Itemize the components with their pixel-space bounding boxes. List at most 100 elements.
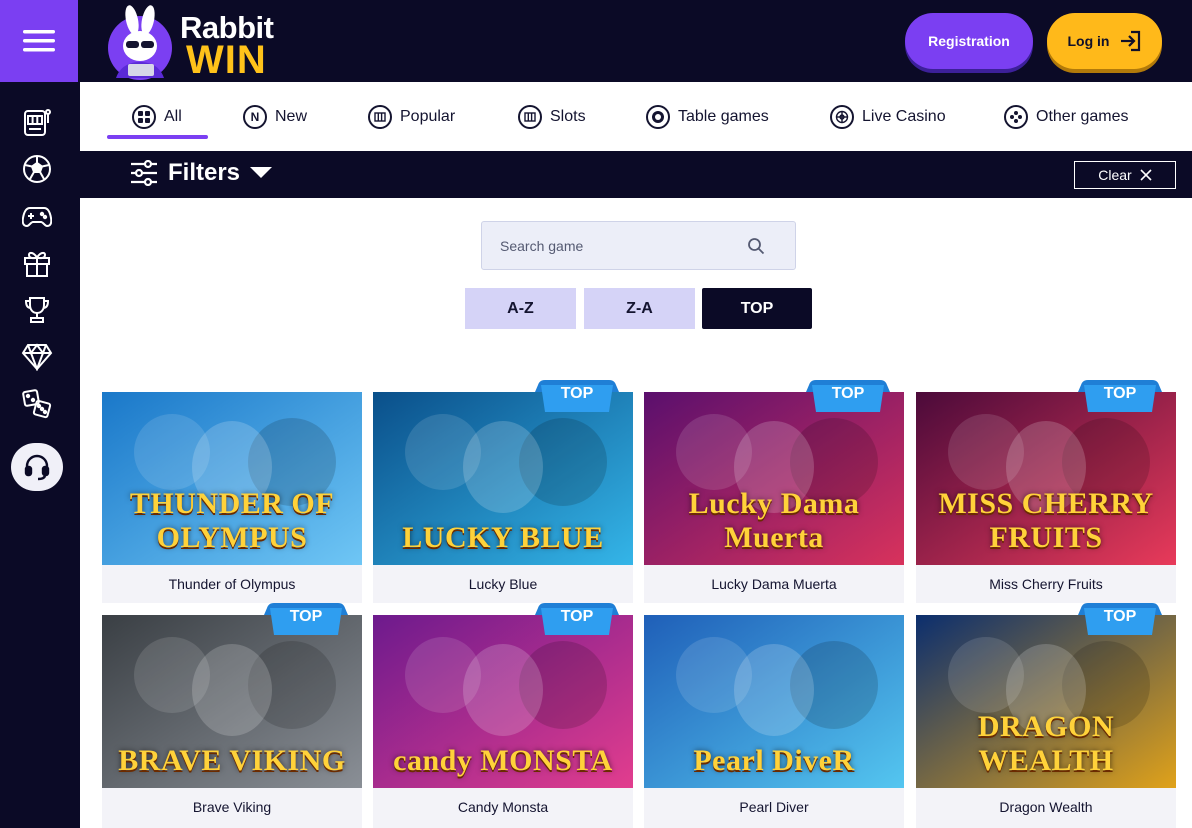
- game-title[interactable]: Miss Cherry Fruits: [916, 565, 1176, 603]
- game-art-title: BRAVE VIKING: [118, 744, 346, 777]
- search-box: [481, 221, 796, 270]
- top-badge: TOP: [806, 380, 890, 412]
- game-art-title: MISS CHERRY FRUITS: [938, 487, 1154, 554]
- slots-icon: [518, 104, 542, 129]
- game-card[interactable]: Lucky Dama Muerta Lucky Dama Muerta TOP: [644, 380, 904, 603]
- tab-all[interactable]: All: [132, 82, 182, 151]
- top-badge: TOP: [264, 603, 348, 635]
- sidebar: [0, 0, 78, 828]
- tab-slots[interactable]: Slots: [518, 82, 586, 151]
- game-title[interactable]: Dragon Wealth: [916, 788, 1176, 826]
- top-badge: TOP: [535, 603, 619, 635]
- game-thumbnail: LUCKY BLUE: [373, 392, 633, 565]
- clear-filters-button[interactable]: Clear: [1074, 161, 1176, 189]
- tab-table-games[interactable]: Table games: [646, 82, 769, 151]
- game-card[interactable]: LUCKY BLUE Lucky Blue TOP: [373, 380, 633, 603]
- game-thumbnail: THUNDER OF OLYMPUS: [102, 392, 362, 565]
- diamond-icon[interactable]: [19, 339, 55, 375]
- game-art-title: Lucky Dama Muerta: [688, 487, 860, 554]
- top-badge: TOP: [1078, 603, 1162, 635]
- tab-label: Live Casino: [862, 107, 946, 125]
- game-card[interactable]: MISS CHERRY FRUITS Miss Cherry Fruits TOP: [916, 380, 1176, 603]
- top-badge: TOP: [1078, 380, 1162, 412]
- search-icon[interactable]: [747, 237, 765, 255]
- grid-icon: [132, 104, 156, 129]
- clear-label: Clear: [1098, 167, 1132, 183]
- game-title[interactable]: Brave Viking: [102, 788, 362, 826]
- tab-live-casino[interactable]: Live Casino: [830, 82, 946, 151]
- game-title[interactable]: Pearl Diver: [644, 788, 904, 826]
- game-art-title: Pearl DiveR: [693, 744, 855, 777]
- tab-label: All: [164, 107, 182, 125]
- games-content: A-Z Z-A TOP THUNDER OF OLYMPUS Thunder of…: [80, 198, 1192, 828]
- live-casino-icon: [830, 104, 854, 129]
- caret-down-icon: [250, 167, 273, 178]
- top-badge: TOP: [535, 380, 619, 412]
- top-badge-label: TOP: [1103, 608, 1137, 625]
- game-card[interactable]: Pearl DiveR Pearl Diver: [644, 615, 904, 828]
- trophy-icon[interactable]: [19, 292, 55, 328]
- category-tabs: All N New Popular Slots Table games Live…: [80, 82, 1192, 151]
- game-card[interactable]: candy MONSTA Candy Monsta TOP: [373, 603, 633, 828]
- rabbit-win-logo[interactable]: Rabbit WIN: [102, 4, 302, 80]
- filters-toggle[interactable]: Filters: [130, 159, 273, 187]
- game-thumbnail: DRAGON WEALTH: [916, 615, 1176, 788]
- top-badge-label: TOP: [560, 608, 594, 625]
- sort-za-button[interactable]: Z-A: [584, 288, 695, 329]
- slot-machine-icon[interactable]: [19, 104, 55, 140]
- tab-label: Other games: [1036, 107, 1129, 125]
- game-title[interactable]: Thunder of Olympus: [102, 565, 362, 603]
- game-art-title: THUNDER OF OLYMPUS: [129, 487, 335, 554]
- tab-other-games[interactable]: Other games: [1004, 82, 1128, 151]
- game-thumbnail: Pearl DiveR: [644, 615, 904, 788]
- login-arrow-icon: [1120, 30, 1140, 52]
- sliders-icon: [131, 160, 157, 186]
- game-thumbnail: MISS CHERRY FRUITS: [916, 392, 1176, 565]
- sort-az-button[interactable]: A-Z: [465, 288, 576, 329]
- tab-popular[interactable]: Popular: [368, 82, 455, 151]
- game-art-title: DRAGON WEALTH: [977, 710, 1115, 777]
- close-icon: [1140, 169, 1152, 181]
- headset-icon: [24, 454, 50, 481]
- game-thumbnail: candy MONSTA: [373, 615, 633, 788]
- menu-button[interactable]: [0, 0, 78, 82]
- filters-bar: Filters Clear: [80, 151, 1192, 198]
- tab-label: New: [275, 107, 308, 125]
- game-art-title: candy MONSTA: [393, 744, 613, 777]
- top-badge-label: TOP: [289, 608, 323, 625]
- tab-label: Table games: [678, 107, 769, 125]
- support-button[interactable]: [11, 443, 63, 491]
- registration-button[interactable]: Registration: [905, 13, 1033, 69]
- game-card[interactable]: DRAGON WEALTH Dragon Wealth TOP: [916, 603, 1176, 828]
- tab-new[interactable]: N New: [243, 82, 307, 151]
- game-card[interactable]: THUNDER OF OLYMPUS Thunder of Olympus: [102, 392, 362, 603]
- tab-label: Slots: [550, 107, 586, 125]
- search-input[interactable]: [482, 222, 742, 269]
- game-title[interactable]: Candy Monsta: [373, 788, 633, 826]
- new-icon: N: [243, 104, 267, 129]
- login-label: Log in: [1067, 33, 1110, 49]
- top-badge-label: TOP: [560, 385, 594, 402]
- game-title[interactable]: Lucky Dama Muerta: [644, 565, 904, 603]
- sort-top-button[interactable]: TOP: [702, 288, 812, 329]
- hamburger-icon: [23, 30, 55, 52]
- dice-icon[interactable]: [19, 386, 55, 422]
- rabbit-mascot-icon: [108, 5, 172, 80]
- login-button[interactable]: Log in: [1047, 13, 1162, 69]
- top-badge-label: TOP: [1103, 385, 1137, 402]
- game-title[interactable]: Lucky Blue: [373, 565, 633, 603]
- table-games-icon: [646, 104, 670, 129]
- football-icon[interactable]: [19, 151, 55, 187]
- gamepad-icon[interactable]: [19, 198, 55, 234]
- game-art-title: LUCKY BLUE: [402, 521, 604, 554]
- game-thumbnail: Lucky Dama Muerta: [644, 392, 904, 565]
- brand-line2: WIN: [186, 38, 267, 82]
- game-thumbnail: BRAVE VIKING: [102, 615, 362, 788]
- popular-icon: [368, 104, 392, 129]
- game-card[interactable]: BRAVE VIKING Brave Viking TOP: [102, 603, 362, 828]
- other-games-icon: [1004, 104, 1028, 129]
- filters-label: Filters: [168, 159, 241, 186]
- gift-icon[interactable]: [19, 245, 55, 281]
- tab-label: Popular: [400, 107, 456, 125]
- top-badge-label: TOP: [831, 385, 865, 402]
